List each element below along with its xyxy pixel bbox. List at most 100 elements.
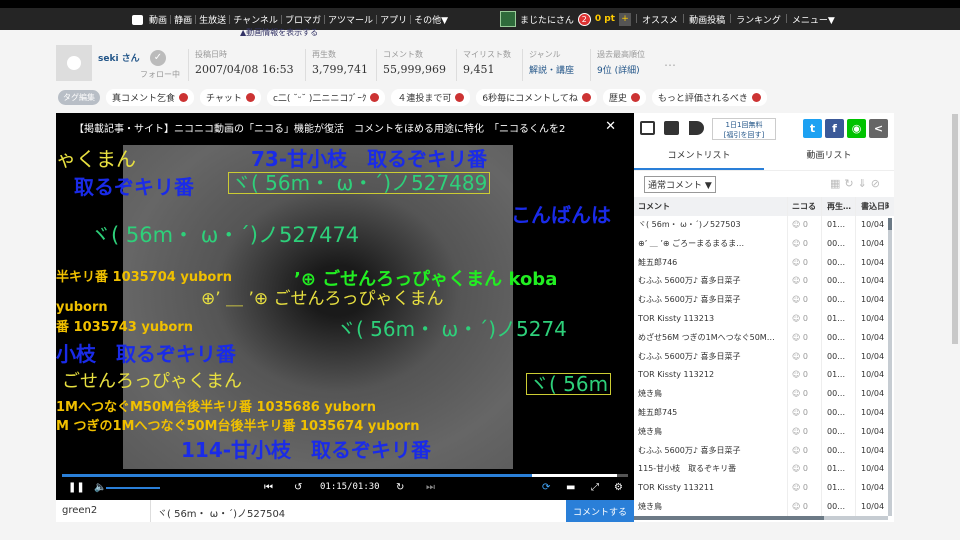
skip-next-icon[interactable]: ⏭ [426, 482, 435, 493]
nicoru-icon[interactable]: ☺ [792, 220, 800, 229]
comment-row[interactable]: 鮭五郎746 ☺ 0 00… 10/04 [634, 253, 894, 273]
share-icon[interactable]: < [869, 119, 888, 138]
nicoru-icon[interactable]: ☺ [792, 408, 800, 417]
nicoru-icon[interactable]: ☺ [792, 389, 800, 398]
dictionary-icon[interactable] [751, 93, 761, 102]
comment-row[interactable]: TOR Kissty 113212 ☺ 0 01… 10/04 [634, 366, 894, 386]
col-nicoru[interactable]: ニコる [788, 197, 822, 216]
tab-video-list[interactable]: 動画リスト [764, 143, 894, 170]
dictionary-icon[interactable] [245, 93, 255, 102]
lottery-button[interactable]: 1日1回無料 [福引を回す] [712, 118, 776, 140]
nav-item[interactable]: オススメ [642, 13, 678, 26]
tag-edit-button[interactable]: タグ編集 [58, 90, 100, 105]
close-icon[interactable]: ✕ [601, 119, 616, 134]
nav-item[interactable]: ブロマガ [285, 13, 321, 26]
line-icon[interactable]: ◉ [847, 119, 866, 138]
video-area[interactable]: ゃくまん 73-甘小枝 取るぞキリ番 取るぞキリ番 ヾ( 56m・ ω・´)ノ5… [56, 141, 634, 471]
tag[interactable]: 6秒毎にコメントしてね [476, 89, 597, 106]
nicoru-icon[interactable]: ☺ [792, 276, 800, 285]
comment-input[interactable]: ヾ( 56m・ ω・´)ノ527504 [151, 500, 566, 522]
nicoru-count[interactable]: ☺ 0 [788, 422, 822, 442]
comment-row[interactable]: むふふ 5600万♪ 喜多日菜子 ☺ 0 00… 10/04 [634, 291, 894, 310]
comment-row[interactable]: TOR Kissty 113213 ☺ 0 01… 10/04 [634, 309, 894, 329]
nicoru-icon[interactable]: ☺ [792, 333, 800, 342]
nav-item[interactable]: 生放送 [199, 13, 226, 26]
autoscroll-icon[interactable]: ⇓ [858, 177, 871, 190]
tag[interactable]: ⅽ二( ˘ᵕ˘ )二ニニコﾌﾞｰｸ [266, 89, 386, 106]
list-horizontal-scrollbar[interactable] [634, 516, 888, 520]
tag[interactable]: ４連投まで可 [391, 89, 471, 106]
player-title[interactable]: 【掲載記事・サイト】ニコニコ動画の「ニコる」機能が復活 コメントをほめる用途に特… [74, 120, 565, 135]
volume-slider[interactable] [106, 487, 160, 489]
nicoru-count[interactable]: ☺ 0 [788, 366, 822, 386]
user-name[interactable]: まじたにさん [520, 13, 574, 26]
follow-check-icon[interactable]: ✓ [150, 50, 166, 66]
pause-icon[interactable]: ❚❚ [68, 482, 85, 493]
tag-label[interactable]: 歴史 [609, 91, 627, 104]
nav-item[interactable]: 静画 [174, 13, 192, 26]
rewind-10-icon[interactable]: ↺ [294, 482, 302, 493]
comment-row[interactable]: むふふ 5600万♪ 喜多日菜子 ☺ 0 00… 10/04 [634, 441, 894, 461]
nav-item[interactable]: メニュー▼ [792, 13, 835, 26]
tag[interactable]: 歴史 [602, 89, 646, 106]
nicoru-count[interactable]: ☺ 0 [788, 347, 822, 367]
comment-row[interactable]: むふふ 5600万♪ 喜多日菜子 ☺ 0 00… 10/04 [634, 272, 894, 292]
list-scrollbar[interactable] [888, 218, 892, 516]
facebook-icon[interactable]: f [825, 119, 844, 138]
notification-badge[interactable]: 2 [577, 12, 591, 26]
volume-icon[interactable]: 🔈 [94, 482, 106, 493]
nicoru-icon[interactable]: ☺ [792, 295, 800, 304]
nicoru-count[interactable]: ☺ 0 [788, 479, 822, 498]
nicoru-icon[interactable]: ☺ [792, 258, 800, 267]
nicoru-count[interactable]: ☺ 0 [788, 403, 822, 423]
comment-toggle-icon[interactable]: ▬ [566, 482, 575, 493]
dictionary-icon[interactable] [179, 93, 189, 102]
video-player[interactable]: 【掲載記事・サイト】ニコニコ動画の「ニコる」機能が復活 コメントをほめる用途に特… [56, 113, 634, 522]
settings-gear-icon[interactable]: ⚙ [614, 482, 623, 493]
nicoru-icon[interactable]: ☺ [792, 464, 800, 473]
uad-megaphone-icon[interactable] [689, 121, 704, 135]
comment-row[interactable]: ⊕’ ＿ ’⊕ ごろーまるまるま… ☺ 0 00… 10/04 [634, 234, 894, 254]
comment-row[interactable]: 鮭五郎745 ☺ 0 00… 10/04 [634, 403, 894, 423]
add-points-button[interactable]: + [618, 12, 631, 26]
nicoru-icon[interactable]: ☺ [792, 427, 800, 436]
comment-type-select[interactable]: 通常コメント ▼ [644, 176, 716, 193]
nicoru-count[interactable]: ☺ 0 [788, 272, 822, 292]
nav-item[interactable]: チャンネル [233, 13, 278, 26]
nicoru-count[interactable]: ☺ 0 [788, 234, 822, 254]
comment-row[interactable]: 焼き鳥 ☺ 0 00… 10/04 [634, 422, 894, 442]
tag-label[interactable]: もっと評価されるべき [658, 91, 748, 104]
refresh-icon[interactable]: ↻ [844, 177, 857, 190]
tag-label[interactable]: 真コメント乞食 [112, 91, 175, 104]
nicoru-icon[interactable]: ☺ [792, 314, 800, 323]
nicoru-count[interactable]: ☺ 0 [788, 460, 822, 480]
nicoru-count[interactable]: ☺ 0 [788, 497, 822, 517]
popout-icon[interactable] [640, 121, 655, 135]
comment-row[interactable]: TOR Kissty 113211 ☺ 0 01… 10/04 [634, 479, 894, 498]
dictionary-icon[interactable] [581, 93, 591, 102]
nicoru-icon[interactable]: ☺ [792, 446, 800, 455]
nav-item[interactable]: 動画投稿 [689, 13, 725, 26]
nav-item[interactable]: アツマール [328, 13, 373, 26]
nicoru-count[interactable]: ☺ 0 [788, 253, 822, 273]
comment-row[interactable]: むふふ 5600万♪ 喜多日菜子 ☺ 0 00… 10/04 [634, 347, 894, 367]
show-info-link[interactable]: ▲動画情報を表示する [240, 27, 318, 38]
nicoru-count[interactable]: ☺ 0 [788, 328, 822, 348]
dictionary-icon[interactable] [630, 93, 640, 102]
fullscreen-icon[interactable]: ⤢ [591, 482, 599, 493]
command-input[interactable]: green2 [56, 500, 151, 522]
comment-row[interactable]: 焼き鳥 ☺ 0 00… 10/04 [634, 385, 894, 404]
nav-item[interactable]: その他▼ [414, 13, 448, 26]
col-playback[interactable]: 再生… [822, 197, 856, 216]
page-scrollbar[interactable] [950, 30, 960, 540]
nav-item[interactable]: アプリ [380, 13, 407, 26]
skip-back-icon[interactable]: ⏮ [264, 482, 273, 493]
tag-label[interactable]: ⅽ二( ˘ᵕ˘ )二ニニコﾌﾞｰｸ [273, 91, 366, 104]
tag[interactable]: 真コメント乞食 [106, 89, 195, 106]
comment-row[interactable]: 115-甘小枝 取るぞキリ番 ☺ 0 01… 10/04 [634, 460, 894, 480]
col-date[interactable]: 書込日時 [856, 197, 889, 216]
tag[interactable]: もっと評価されるべき [651, 89, 767, 106]
loop-icon[interactable]: ⟳ [542, 482, 550, 493]
tag-label[interactable]: 6秒毎にコメントしてね [482, 91, 577, 104]
twitter-icon[interactable]: t [803, 119, 822, 138]
